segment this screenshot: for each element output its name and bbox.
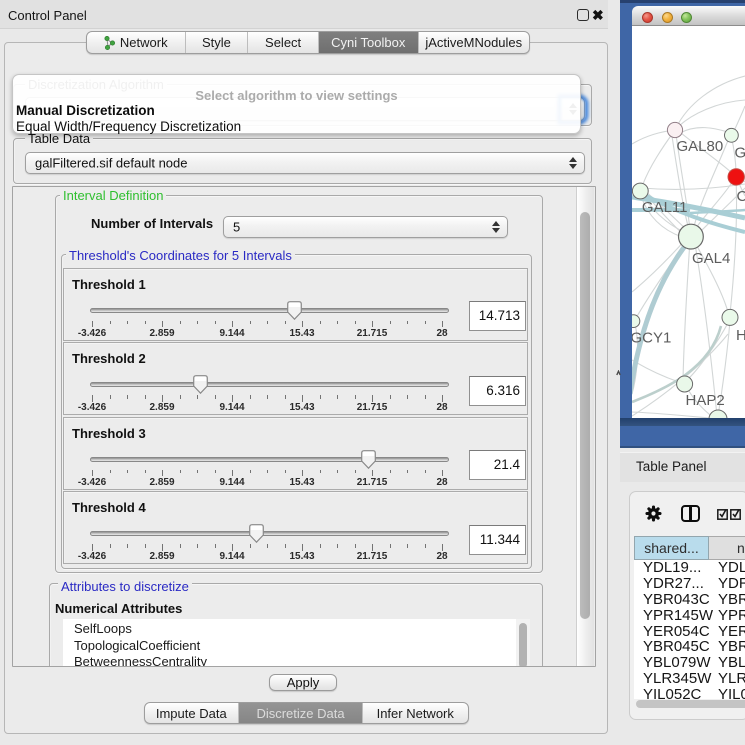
svg-text:GAL80: GAL80	[677, 138, 724, 155]
svg-text:C: C	[737, 188, 745, 205]
svg-text:GAL11: GAL11	[642, 199, 688, 216]
svg-text:GA: GA	[735, 145, 745, 162]
svg-text:HAP2: HAP2	[686, 392, 725, 409]
svg-text:GAL4: GAL4	[692, 250, 730, 267]
svg-text:H: H	[736, 327, 745, 344]
svg-text:GCY1: GCY1	[632, 330, 671, 347]
